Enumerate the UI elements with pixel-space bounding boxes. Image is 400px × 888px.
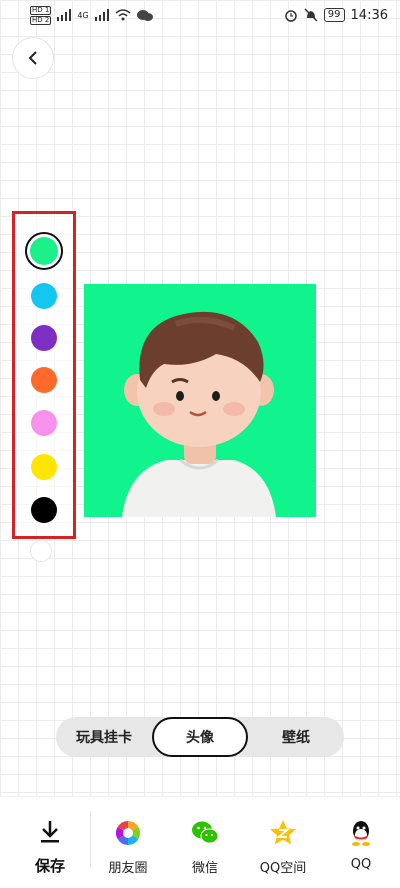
color-picker-panel <box>12 211 76 539</box>
avatar-preview <box>84 284 316 517</box>
tab-wallpaper[interactable]: 壁纸 <box>248 717 344 757</box>
alarm-icon <box>285 10 297 22</box>
color-swatch-green[interactable] <box>25 232 63 270</box>
signal-icon <box>57 9 72 21</box>
qzone-icon <box>270 820 296 845</box>
sim2-indicator: HD 2 <box>30 15 52 25</box>
color-swatch-white[interactable] <box>30 540 52 562</box>
share-moments-button[interactable]: 朋友圈 <box>102 797 154 888</box>
mute-bell-icon <box>304 8 318 22</box>
share-qq-button[interactable]: QQ <box>344 797 378 888</box>
share-wechat-label: 微信 <box>191 861 218 876</box>
share-qzone-button[interactable]: QQ空间 <box>255 797 311 888</box>
back-button[interactable] <box>12 37 54 79</box>
avatar-illustration <box>84 284 316 517</box>
selected-color-fill <box>30 237 58 265</box>
color-swatch-yellow[interactable] <box>31 454 57 480</box>
moments-icon <box>115 821 141 845</box>
qq-icon <box>352 821 370 846</box>
share-wechat-button[interactable]: 微信 <box>180 797 230 888</box>
chevron-left-icon <box>28 51 37 65</box>
share-qzone-label: QQ空间 <box>259 861 307 876</box>
divider <box>90 811 91 867</box>
network-type: 4G <box>77 10 89 20</box>
mode-tabs: 玩具挂卡 头像 壁纸 <box>56 717 344 757</box>
color-swatch-black[interactable] <box>31 497 57 523</box>
sim1-indicator: HD 1 <box>30 5 52 15</box>
color-swatch-pink[interactable] <box>31 410 57 436</box>
download-icon <box>41 821 59 843</box>
sim-indicators: HD 1 HD 2 <box>30 5 52 25</box>
share-qq-label: QQ <box>350 857 372 872</box>
status-right: 99 14:36 <box>284 8 388 23</box>
tab-avatar[interactable]: 头像 <box>152 717 248 757</box>
color-swatch-cyan[interactable] <box>31 283 57 309</box>
share-bar: 保存 朋友圈 微信 QQ空间 QQ <box>0 796 400 888</box>
tab-toy-card[interactable]: 玩具挂卡 <box>56 717 152 757</box>
wechat-icon <box>192 821 219 844</box>
clock: 14:36 <box>350 7 388 23</box>
status-left: HD 1 HD 2 4G <box>30 5 153 25</box>
status-bar: HD 1 HD 2 4G 99 14:36 <box>0 0 400 30</box>
color-swatch-purple[interactable] <box>31 325 57 351</box>
wechat-notification-icon <box>136 9 153 21</box>
save-label: 保存 <box>34 857 65 875</box>
save-button[interactable]: 保存 <box>12 797 88 888</box>
color-swatch-orange[interactable] <box>31 367 57 393</box>
signal-icon <box>94 9 109 21</box>
wifi-icon <box>115 9 131 21</box>
battery-indicator: 99 <box>323 8 345 22</box>
share-moments-label: 朋友圈 <box>108 861 148 876</box>
